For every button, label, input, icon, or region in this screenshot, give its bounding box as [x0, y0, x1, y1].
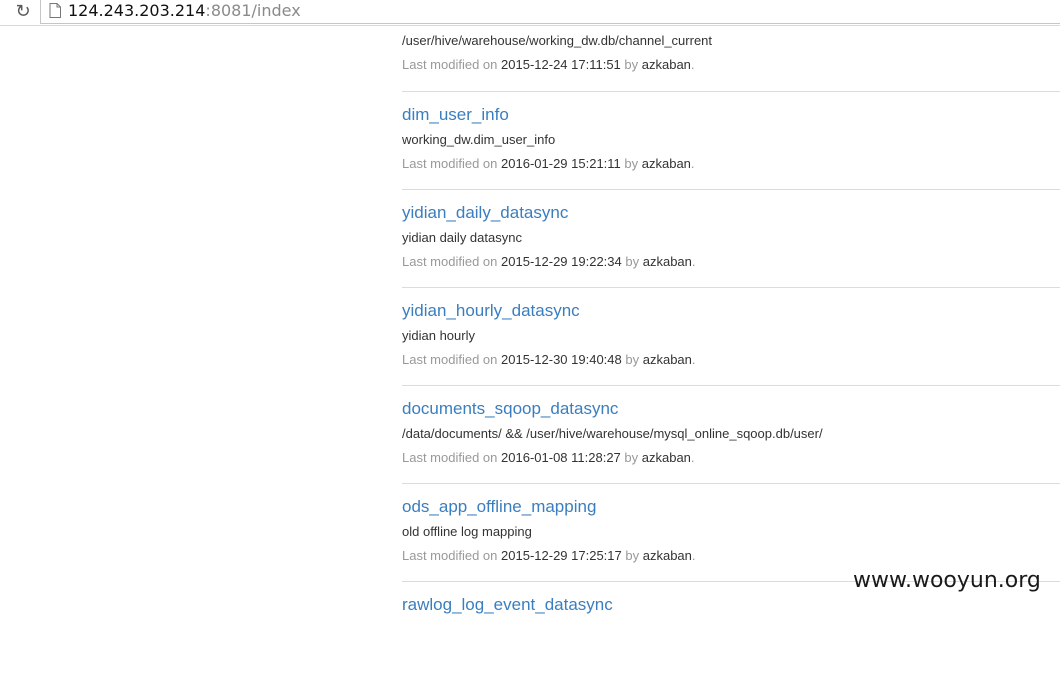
flow-item: yidian_daily_datasync yidian daily datas…	[402, 190, 1060, 288]
address-url[interactable]: 124.243.203.214:8081/index	[68, 1, 301, 21]
modified-time: 2016-01-29 15:21:11	[501, 156, 621, 171]
flow-description: /user/hive/warehouse/working_dw.db/chann…	[402, 33, 713, 48]
meta-end: .	[691, 352, 696, 367]
flow-description: yidian daily datasync	[402, 230, 522, 245]
meta-prefix: Last modified on	[402, 57, 498, 72]
meta-by: by	[624, 57, 639, 72]
meta-by: by	[625, 254, 640, 269]
flow-meta: Last modified on 2015-12-24 17:11:51 by …	[402, 56, 695, 74]
meta-end: .	[690, 450, 695, 465]
flow-name-link[interactable]: yidian_hourly_datasync	[402, 300, 580, 322]
flow-item: dim_user_info working_dw.dim_user_info L…	[402, 92, 1060, 190]
flow-meta: Last modified on 2015-12-29 17:25:17 by …	[402, 547, 696, 565]
flow-item: yidian_hourly_datasync yidian hourly Las…	[402, 288, 1060, 386]
modified-time: 2015-12-29 19:22:34	[501, 254, 622, 269]
modified-user: azkaban	[641, 57, 691, 72]
meta-end: .	[690, 57, 695, 72]
meta-end: .	[691, 254, 696, 269]
flow-item: documents_sqoop_datasync /data/documents…	[402, 386, 1060, 484]
meta-prefix: Last modified on	[402, 352, 498, 367]
modified-time: 2015-12-29 17:25:17	[501, 548, 622, 563]
address-bar[interactable]: 124.243.203.214:8081/index	[40, 0, 1060, 24]
meta-end: .	[690, 156, 695, 171]
flow-description: old offline log mapping	[402, 524, 532, 539]
meta-by: by	[625, 548, 640, 563]
flow-name-link[interactable]: rawlog_log_event_datasync	[402, 594, 613, 616]
meta-prefix: Last modified on	[402, 254, 498, 269]
modified-user: azkaban	[642, 254, 692, 269]
modified-user: azkaban	[642, 352, 692, 367]
modified-user: azkaban	[642, 548, 692, 563]
flow-name-link[interactable]: yidian_daily_datasync	[402, 202, 568, 224]
meta-prefix: Last modified on	[402, 450, 498, 465]
flow-description: working_dw.dim_user_info	[402, 132, 556, 147]
browser-toolbar: ↻ 124.243.203.214:8081/index	[0, 0, 1060, 26]
flow-description: yidian hourly	[402, 328, 475, 343]
watermark: www.wooyun.org	[853, 568, 1041, 593]
meta-by: by	[625, 352, 640, 367]
page-icon	[49, 3, 61, 18]
modified-user: azkaban	[641, 156, 691, 171]
meta-by: by	[624, 156, 639, 171]
url-host: 124.243.203.214	[68, 1, 206, 20]
flow-name-link[interactable]: dim_user_info	[402, 104, 509, 126]
modified-time: 2015-12-24 17:11:51	[501, 57, 621, 72]
flow-item: /user/hive/warehouse/working_dw.db/chann…	[402, 26, 1060, 92]
meta-prefix: Last modified on	[402, 156, 498, 171]
modified-time: 2016-01-08 11:28:27	[501, 450, 621, 465]
meta-end: .	[691, 548, 696, 563]
flow-meta: Last modified on 2015-12-30 19:40:48 by …	[402, 351, 696, 369]
url-port-path: :8081/index	[205, 1, 301, 20]
flow-meta: Last modified on 2016-01-29 15:21:11 by …	[402, 155, 695, 173]
modified-time: 2015-12-30 19:40:48	[501, 352, 622, 367]
flow-name-link[interactable]: documents_sqoop_datasync	[402, 398, 618, 420]
flow-name-link[interactable]: ods_app_offline_mapping	[402, 496, 596, 518]
reload-icon[interactable]: ↻	[13, 2, 33, 22]
meta-by: by	[624, 450, 639, 465]
meta-prefix: Last modified on	[402, 548, 498, 563]
flow-meta: Last modified on 2015-12-29 19:22:34 by …	[402, 253, 696, 271]
flow-meta: Last modified on 2016-01-08 11:28:27 by …	[402, 449, 695, 467]
modified-user: azkaban	[641, 450, 691, 465]
flow-item: rawlog_log_event_datasync	[402, 582, 1060, 680]
flow-description: /data/documents/ && /user/hive/warehouse…	[402, 426, 823, 441]
